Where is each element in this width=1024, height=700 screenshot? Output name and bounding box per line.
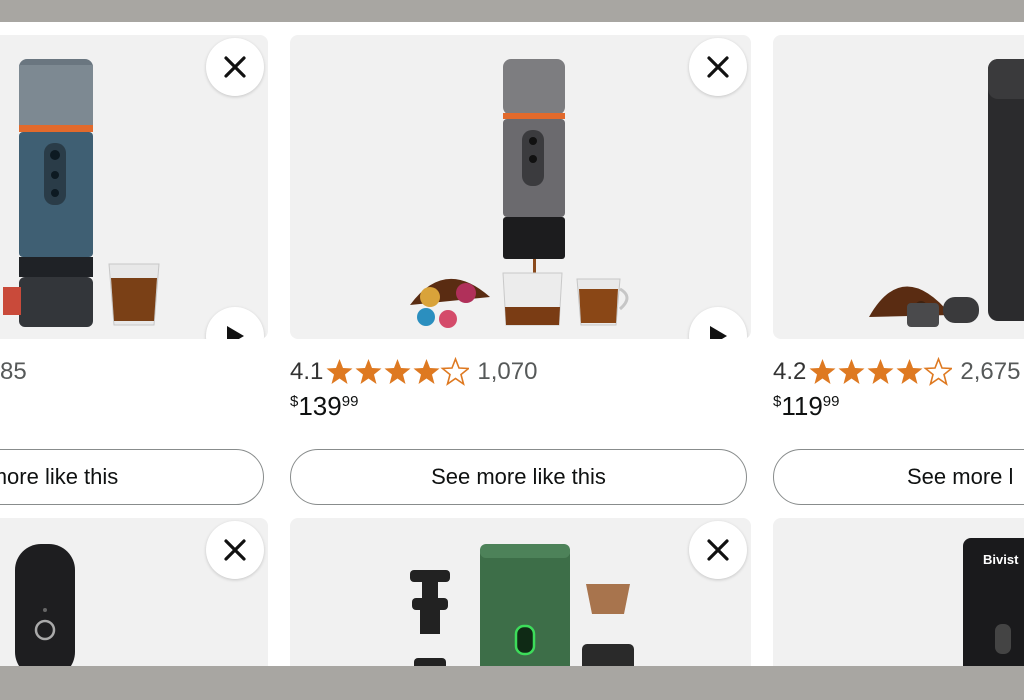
dismiss-button[interactable] [689, 38, 747, 96]
price: $11999 [773, 391, 839, 422]
product-image[interactable] [0, 35, 268, 339]
see-more-button[interactable]: more like this [0, 449, 264, 505]
rating-row: 85 [0, 355, 27, 389]
rating-row: 4.2 2,675 [773, 355, 1020, 389]
close-icon [706, 55, 730, 79]
product-image[interactable] [773, 35, 1024, 339]
star-rating[interactable] [325, 357, 470, 387]
dismiss-button[interactable] [206, 521, 264, 579]
play-icon [707, 324, 729, 339]
brand-label: Bivist [983, 552, 1019, 567]
product-grid: 85 more like this 4.1 1,070 $13999 See m… [0, 22, 1024, 666]
product-image[interactable] [290, 35, 751, 339]
product-image[interactable] [0, 518, 268, 666]
espresso-maker-image [410, 59, 629, 328]
review-count[interactable]: 1,070 [477, 358, 537, 386]
price-cents: 99 [822, 393, 840, 410]
espresso-maker-image [963, 538, 1024, 666]
review-count[interactable]: 85 [0, 358, 27, 386]
close-icon [706, 538, 730, 562]
dismiss-button[interactable] [206, 38, 264, 96]
close-icon [223, 55, 247, 79]
price-currency: $ [773, 393, 782, 410]
rating-value: 4.1 [290, 358, 324, 385]
see-more-label: See more like this [431, 464, 606, 489]
review-count[interactable]: 2,675 [960, 358, 1020, 386]
see-more-label: more like this [0, 464, 119, 489]
see-more-label: See more l [907, 464, 1014, 489]
price: $13999 [290, 391, 358, 422]
price-dollars: 119 [781, 391, 823, 421]
espresso-maker-image [410, 544, 634, 666]
product-image[interactable]: Bivist [773, 518, 1024, 666]
price-cents: 99 [341, 393, 359, 410]
rating-row: 4.1 1,070 [290, 355, 537, 389]
close-icon [223, 538, 247, 562]
espresso-maker-image [869, 59, 1024, 327]
price-dollars: 139 [298, 391, 342, 421]
see-more-button[interactable]: See more l [773, 449, 1024, 505]
dismiss-button[interactable] [689, 521, 747, 579]
price-currency: $ [290, 393, 299, 410]
rating-value: 4.2 [773, 358, 807, 385]
play-icon [224, 324, 246, 339]
see-more-button[interactable]: See more like this [290, 449, 747, 505]
product-image[interactable] [290, 518, 751, 666]
star-rating[interactable] [808, 357, 953, 387]
